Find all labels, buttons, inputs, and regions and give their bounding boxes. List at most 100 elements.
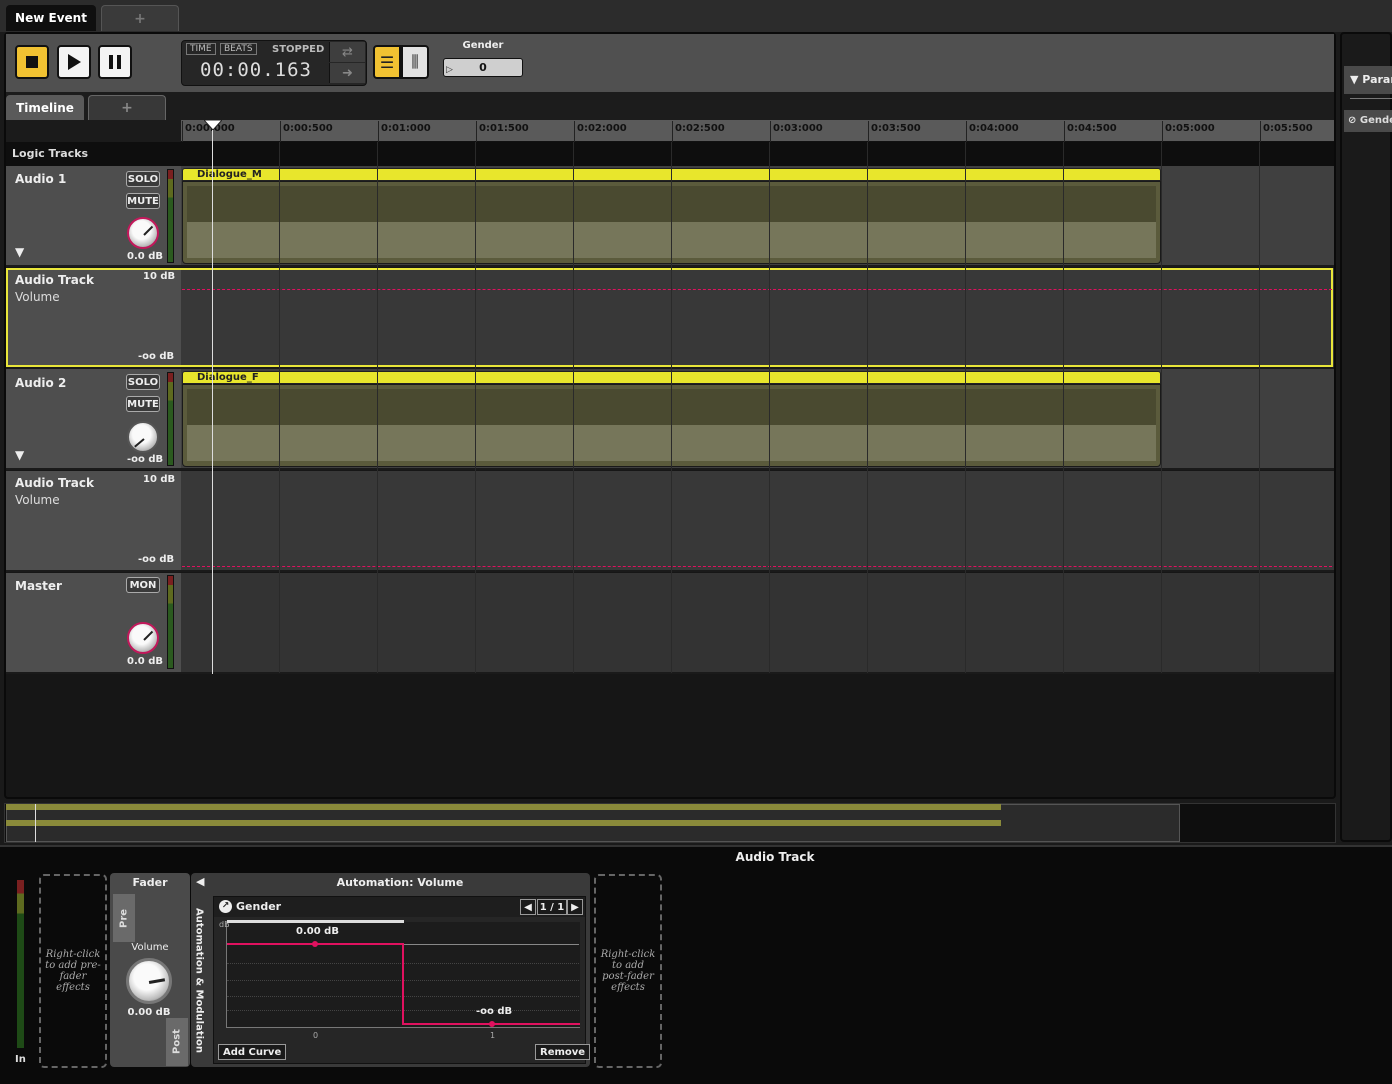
ruler-tick: 0:01:000 [378, 121, 431, 143]
add-curve-button[interactable]: Add Curve [218, 1044, 287, 1060]
parameter-item[interactable]: ⊘ Gender [1344, 110, 1392, 132]
stop-icon [26, 56, 38, 68]
time-mode-button[interactable]: TIME [186, 43, 216, 55]
grid-line [475, 142, 476, 673]
expand-triangle-icon[interactable]: ▼ [15, 448, 24, 462]
add-tab-button[interactable]: + [101, 5, 179, 31]
volume-knob[interactable] [127, 622, 159, 654]
next-curve-button[interactable]: ▶ [567, 899, 583, 915]
expand-triangle-icon[interactable]: ▼ [15, 245, 24, 259]
pre-fader-effects-slot[interactable]: Right-click to add pre-fader effects [39, 874, 107, 1068]
collapse-triangle-icon: ▼ [1350, 73, 1363, 86]
point-value-label: 0.00 dB [296, 926, 339, 937]
play-button[interactable] [57, 45, 91, 79]
automation-modulation-label[interactable]: Automation & Modulation [191, 896, 207, 1066]
point-value-label: -oo dB [476, 1006, 513, 1017]
track-name: Master [15, 579, 62, 593]
post-fader-effects-slot[interactable]: Right-click to add post-fader effects [594, 874, 662, 1068]
ruler-tick: 0:03:500 [868, 121, 921, 143]
mute-button[interactable]: MUTE [126, 396, 160, 412]
list-icon: ☰ [379, 52, 395, 72]
sub-tab-bar [6, 92, 1334, 120]
automation-param: Volume [15, 290, 60, 304]
mixer-view-button[interactable]: ⫼ [401, 45, 429, 79]
beats-mode-button[interactable]: BEATS [220, 43, 257, 55]
overview-region [6, 820, 1001, 826]
overview-playhead [35, 804, 36, 842]
automation-param: Volume [15, 493, 60, 507]
mute-button[interactable]: MUTE [126, 193, 160, 209]
slider-handle-icon[interactable]: ▷ [446, 62, 453, 79]
volume-value: 0.0 dB [127, 656, 163, 667]
logic-tracks-label: Logic Tracks [12, 147, 89, 160]
pre-tab[interactable]: Pre [113, 894, 135, 942]
range-min: -oo dB [138, 351, 175, 362]
time-display: TIME BEATS STOPPED 00:00.163 ⇄ ➜ [181, 40, 367, 86]
post-tab[interactable]: Post [166, 1018, 188, 1066]
add-parameter-tab-button[interactable]: + [88, 95, 166, 120]
automation-curve[interactable] [182, 289, 1332, 290]
level-meter [167, 169, 174, 263]
play-icon [68, 54, 81, 70]
curve-pager: 1 / 1 [537, 899, 567, 915]
track-name: Audio 1 [15, 172, 67, 186]
time-readout: 00:00.163 [200, 59, 312, 81]
ruler-tick: 0:02:500 [672, 121, 725, 143]
monitor-button[interactable]: MON [126, 577, 160, 593]
ruler-tick: 0:04:000 [966, 121, 1019, 143]
collapse-left-icon[interactable]: ◀ [196, 875, 204, 888]
playhead[interactable] [212, 120, 213, 674]
prev-curve-button[interactable]: ◀ [520, 899, 536, 915]
parameters-header[interactable]: ▼ Parameters [1344, 66, 1392, 94]
automation-track-name: Audio Track [15, 273, 94, 287]
volume-knob[interactable] [126, 958, 172, 1004]
document-tab-bar [0, 0, 1392, 32]
tab-timeline[interactable]: Timeline [6, 95, 84, 120]
tracks-view-button[interactable]: ☰ [373, 45, 401, 79]
track-name: Audio 2 [15, 376, 67, 390]
follow-icon: ➜ [342, 65, 353, 81]
volume-value: 0.00 dB [127, 1007, 171, 1018]
loop-button[interactable]: ⇄ [329, 42, 365, 62]
curve-name: Gender [236, 900, 282, 913]
volume-label: Volume [131, 942, 169, 953]
input-meter [17, 880, 24, 1048]
columns-icon: ⫼ [411, 52, 419, 71]
automation-curve[interactable] [182, 566, 1332, 567]
tab-new-event[interactable]: New Event [6, 5, 96, 31]
region-name: Dialogue_M [197, 169, 262, 180]
level-meter [167, 372, 174, 466]
grid-line [279, 142, 280, 673]
range-min: -oo dB [138, 554, 175, 565]
ruler-spacer [6, 120, 181, 142]
volume-knob[interactable] [127, 421, 159, 453]
volume-knob[interactable] [127, 217, 159, 249]
automation-title: Automation: Volume [336, 876, 464, 889]
ruler-tick: 0:02:000 [574, 121, 627, 143]
parameter-slider[interactable]: ▷ 0 [443, 58, 523, 77]
volume-value: 0.0 dB [127, 251, 163, 262]
follow-button[interactable]: ➜ [329, 63, 365, 83]
ruler-tick: 0:00:500 [280, 121, 333, 143]
grid-line [769, 142, 770, 673]
ruler-tick: 0:05:000 [1162, 121, 1215, 143]
parameter-icon: ⊘ [1348, 115, 1360, 126]
grid-line [573, 142, 574, 673]
automation-track-name: Audio Track [15, 476, 94, 490]
volume-value: -oo dB [127, 454, 164, 465]
deck-title: Audio Track [735, 850, 815, 864]
level-meter [167, 575, 174, 669]
arrow-left-icon: ◀ [524, 901, 532, 913]
overview-region [6, 804, 1001, 810]
parameters-panel [1340, 32, 1392, 842]
stop-button[interactable] [15, 45, 49, 79]
ruler-tick: 0:03:000 [770, 121, 823, 143]
remove-curve-button[interactable]: Remove [535, 1044, 591, 1060]
pause-button[interactable] [98, 45, 132, 79]
solo-button[interactable]: SOLO [126, 171, 160, 187]
automation-curve-line[interactable] [227, 922, 581, 1028]
solo-button[interactable]: SOLO [126, 374, 160, 390]
playhead-marker-icon[interactable] [204, 120, 222, 130]
post-fx-hint: Right-click to add post-fader effects [600, 949, 656, 993]
parameter-label: Gender [462, 40, 504, 51]
